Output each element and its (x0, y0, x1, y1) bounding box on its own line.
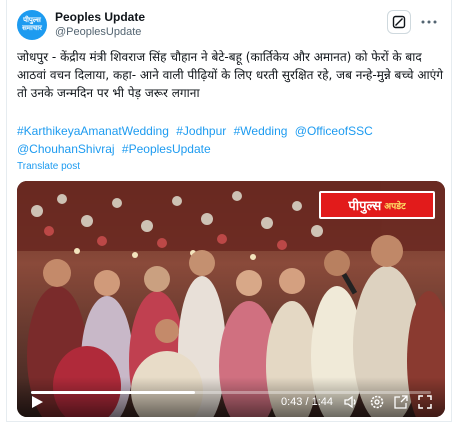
pip-icon[interactable] (393, 394, 409, 410)
tweet-text: जोधपुर - केंद्रीय मंत्री शिवराज सिंह चौह… (17, 50, 443, 100)
play-icon[interactable] (29, 394, 45, 410)
hashtag-link[interactable]: #PeoplesUpdate (122, 142, 211, 156)
avatar-logo-text: पीपुल्स समाचार (22, 17, 42, 32)
mention-link[interactable]: @OfficeofSSC (295, 124, 373, 138)
account-name[interactable]: Peoples Update (55, 10, 145, 24)
grok-button[interactable] (387, 10, 411, 34)
translate-post-link[interactable]: Translate post (17, 161, 80, 172)
hashtag-link[interactable]: #KarthikeyaAmanatWedding (17, 124, 169, 138)
tweet-header: पीपुल्स समाचार Peoples Update @PeoplesUp… (17, 8, 441, 42)
settings-icon[interactable] (369, 394, 385, 410)
account-handle[interactable]: @PeoplesUpdate (55, 26, 141, 38)
video-player[interactable]: पीपुल्स अपडेट 0:43 / 1:44 (17, 181, 445, 417)
avatar[interactable]: पीपुल्स समाचार (17, 10, 47, 40)
grok-icon (392, 15, 406, 29)
logo-sub-text: अपडेट (384, 201, 406, 212)
logo-main-text: पीपुल्स (348, 199, 382, 214)
channel-watermark-logo: पीपुल्स अपडेट (319, 191, 435, 219)
hashtag-link[interactable]: #Jodhpur (176, 124, 226, 138)
time-display: 0:43 / 1:44 (281, 396, 333, 408)
hashtag-link[interactable]: #Wedding (234, 124, 288, 138)
mention-link[interactable]: @ChouhanShivraj (17, 142, 115, 156)
hashtag-list: #KarthikeyaAmanatWedding #Jodhpur #Weddi… (17, 122, 445, 158)
fullscreen-icon[interactable] (417, 394, 433, 410)
tweet-card: पीपुल्स समाचार Peoples Update @PeoplesUp… (6, 0, 452, 422)
more-icon (421, 20, 437, 24)
volume-icon[interactable] (343, 394, 359, 410)
more-button[interactable] (419, 12, 439, 32)
progress-fill (31, 391, 195, 394)
video-controls: 0:43 / 1:44 (17, 377, 445, 417)
